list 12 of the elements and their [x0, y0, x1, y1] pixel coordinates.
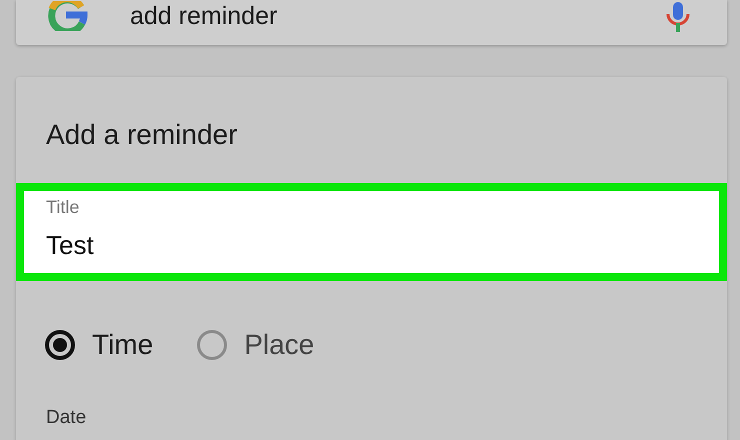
title-field[interactable]: Title Test — [16, 183, 727, 281]
radio-icon[interactable] — [45, 330, 75, 360]
field-label: Title — [46, 197, 80, 218]
radio-option[interactable]: Place — [197, 329, 314, 361]
card-heading: Add a reminder — [45, 118, 238, 151]
radio-icon[interactable] — [197, 330, 228, 360]
search-query: add reminder — [130, 2, 278, 31]
date-label: Date — [45, 406, 88, 429]
search-bar[interactable]: add reminder — [16, 0, 727, 45]
field-value: Test — [46, 230, 95, 261]
radio-option[interactable]: Time — [45, 329, 154, 361]
microphone-icon[interactable] — [665, 2, 691, 32]
